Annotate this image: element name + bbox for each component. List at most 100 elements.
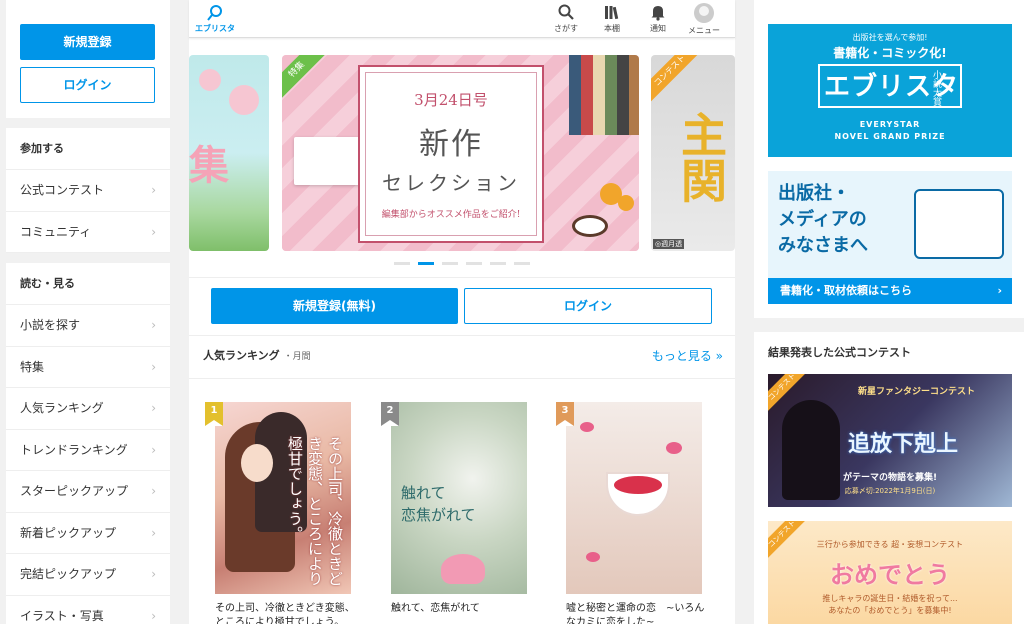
chevron-right-icon: › <box>151 183 156 197</box>
slide-title-2: セレクション <box>382 171 520 195</box>
sidebar-item-star-pickup[interactable]: スターピックアップ › <box>6 471 170 513</box>
carousel-dot[interactable] <box>442 262 458 265</box>
signup-free-button[interactable]: 新規登録(無料) <box>211 288 458 324</box>
carousel-slide-next[interactable]: コンテスト 主関 ◎週月透 <box>651 55 735 251</box>
signup-button[interactable]: 新規登録 <box>20 24 155 60</box>
slide-panel: 3月24日号 新作 セレクション 編集部からオススメ作品をご紹介! <box>358 65 544 243</box>
contest-character <box>782 400 840 500</box>
sidebar-item-completed-pickup[interactable]: 完結ピックアップ › <box>6 554 170 596</box>
nav-search[interactable]: さがす <box>543 3 589 36</box>
ranking-period: ・月間 <box>283 352 311 362</box>
nav-label: メニュー <box>688 26 720 35</box>
cover-title: 触れて 恋焦がれて <box>401 484 476 524</box>
carousel-dot[interactable] <box>514 262 530 265</box>
contest-date: 応募〆切:2022年1月9日(日) <box>844 487 936 495</box>
chevron-right-icon: › <box>151 401 156 415</box>
feature-carousel[interactable]: 集 特集 3月24日号 新作 セレクション 編集部からオススメ作品をご紹介! コ… <box>189 55 735 251</box>
banner-text: 出版社・ メディアの みなさまへ <box>778 183 868 256</box>
slide-date: 3月24日号 <box>414 91 488 109</box>
nav-notifications[interactable]: 通知 <box>635 3 681 36</box>
petal-decoration <box>666 442 682 454</box>
sidebar-item-trend-ranking[interactable]: トレンドランキング › <box>6 430 170 471</box>
sidebar-item-illustration-photo[interactable]: イラスト・写真 › <box>6 596 170 624</box>
banner-line: 出版社を選んで参加! <box>852 33 928 42</box>
open-book-decoration <box>294 137 360 185</box>
sidebar-auth-card: 新規登録 ログイン <box>6 0 170 118</box>
book-title[interactable]: その上司、冷徹ときどき変態、ところにより極甘でしょう。 <box>215 602 355 624</box>
book-title[interactable]: 触れて、恋焦がれて <box>391 602 531 616</box>
book-cover[interactable] <box>566 402 702 594</box>
chevron-right-icon: › <box>151 567 156 581</box>
rank-badge: 2 <box>381 402 399 426</box>
publisher-link-label: 書籍化・取材依頼はこちら <box>780 284 912 297</box>
contest-line: あなたの「おめでとう」を募集中! <box>828 606 952 615</box>
sidebar-item-official-contest[interactable]: 公式コンテスト › <box>6 170 170 212</box>
sidebar-item-label: 小説を探す <box>20 318 81 332</box>
carousel-dot-active[interactable] <box>418 262 434 265</box>
banner-en-line: EVERYSTAR <box>859 120 921 129</box>
sidebar-item-label: 新着ピックアップ <box>20 525 117 540</box>
carousel-dot[interactable] <box>490 262 506 265</box>
slide-title-1: 新作 <box>419 127 483 162</box>
slide-prev-text: 集 <box>189 142 229 189</box>
contest-subtitle: 新星ファンタジーコンテスト <box>858 387 976 397</box>
left-sidebar: 新規登録 ログイン 参加する 公式コンテスト › コミュニティ › 読む・見る 小説… <box>6 0 170 624</box>
carousel-slide-current[interactable]: 特集 3月24日号 新作 セレクション 編集部からオススメ作品をご紹介! <box>282 55 639 251</box>
chevron-right-icon: › <box>151 318 156 332</box>
nav-menu[interactable]: メニュー <box>681 3 727 36</box>
publisher-link-bar[interactable]: 書籍化・取材依頼はこちら › <box>768 278 1012 304</box>
chevron-right-icon: › <box>151 484 156 498</box>
carousel-slide-prev[interactable]: 集 <box>189 55 269 251</box>
chevron-right-icon: › <box>997 284 1002 297</box>
coffee-cup-decoration <box>572 215 608 237</box>
results-title: 結果発表した公式コンテスト <box>768 346 911 359</box>
sidebar-item-features[interactable]: 特集 › <box>6 347 170 388</box>
book-cover[interactable]: 触れて 恋焦がれて <box>391 402 527 594</box>
sidebar-item-search-novels[interactable]: 小説を探す › <box>6 305 170 347</box>
chevron-right-icon: › <box>151 608 156 623</box>
site-logo[interactable]: エブリスタ <box>195 4 235 34</box>
menu-heading-join: 参加する <box>6 128 170 170</box>
nav-label: 本棚 <box>604 24 620 33</box>
ranking-item-2[interactable]: 2 触れて 恋焦がれて 触れて、恋焦がれて <box>381 402 531 616</box>
carousel-dot[interactable] <box>394 262 410 265</box>
sidebar-item-label: イラスト・写真 <box>20 608 104 623</box>
center-login-button[interactable]: ログイン <box>464 288 712 324</box>
avatar-icon <box>694 3 714 23</box>
sidebar-item-popular-ranking[interactable]: 人気ランキング › <box>6 388 170 430</box>
page-root: 新規登録 ログイン 参加する 公式コンテスト › コミュニティ › 読む・見る 小説… <box>0 0 1024 624</box>
book-cover[interactable]: その上司、冷徹ときどき変態、ところにより極甘でしょう。 <box>215 402 351 594</box>
cover-title: その上司、冷徹ときどき変態、ところにより極甘でしょう。 <box>286 436 344 586</box>
results-contests: 結果発表した公式コンテスト コンテスト 新星ファンタジーコンテスト 追放下剋上 … <box>754 332 1024 624</box>
carousel-dots <box>394 262 538 265</box>
logo-search-icon <box>207 5 222 21</box>
chevron-right-icon: › <box>151 224 156 239</box>
book-title[interactable]: 嘘と秘密と運命の恋 ~いろんなカミに恋をした~ <box>566 602 706 624</box>
ranking-item-1[interactable]: 1 その上司、冷徹ときどき変態、ところにより極甘でしょう。 その上司、冷徹ときど… <box>205 402 355 624</box>
logo-text: エブリスタ <box>195 24 235 33</box>
header-bar: エブリスタ さがす 本棚 通知 メニュー <box>189 0 735 38</box>
contest-banner-2[interactable]: コンテスト 三行から参加できる 超・妄想コンテスト おめでとう 推しキャラの誕生… <box>768 521 1012 624</box>
carousel-dot[interactable] <box>466 262 482 265</box>
grand-prize-banner[interactable]: 出版社を選んで参加! 書籍化・コミック化! エブリスタ 小説大賞 EVERYST… <box>768 24 1012 157</box>
cherry-blossom-decoration <box>199 69 221 91</box>
nav-bookshelf[interactable]: 本棚 <box>589 3 635 36</box>
divider <box>189 378 735 379</box>
publisher-banner[interactable]: 出版社・ メディアの みなさまへ 書籍化・取材依頼はこちら › <box>768 171 1012 304</box>
contest-banner-1[interactable]: コンテスト 新星ファンタジーコンテスト 追放下剋上 がテーマの物語を募集! 応募… <box>768 374 1012 507</box>
ranking-item-3[interactable]: 3 嘘と秘密と運命の恋 ~いろんなカミに恋をした~ <box>556 402 706 624</box>
chevron-right-icon: › <box>151 442 156 457</box>
contest-title: おめでとう <box>830 561 950 589</box>
sidebar-item-community[interactable]: コミュニティ › <box>6 212 170 253</box>
ranking-title: 人気ランキング <box>203 349 280 362</box>
sidebar-item-label: 完結ピックアップ <box>20 567 117 581</box>
sidebar-item-label: コミュニティ <box>20 224 92 239</box>
login-button[interactable]: ログイン <box>20 67 155 103</box>
bell-icon <box>651 6 665 21</box>
sidebar-item-new-pickup[interactable]: 新着ピックアップ › <box>6 513 170 554</box>
contest-subtitle: 三行から参加できる 超・妄想コンテスト <box>816 540 964 549</box>
slide-badge: ◎週月透 <box>653 239 685 249</box>
ranking-more-link[interactable]: もっと見る » <box>652 347 723 364</box>
petal-decoration <box>580 422 594 432</box>
slide-subtitle: 編集部からオススメ作品をご紹介! <box>381 210 521 220</box>
